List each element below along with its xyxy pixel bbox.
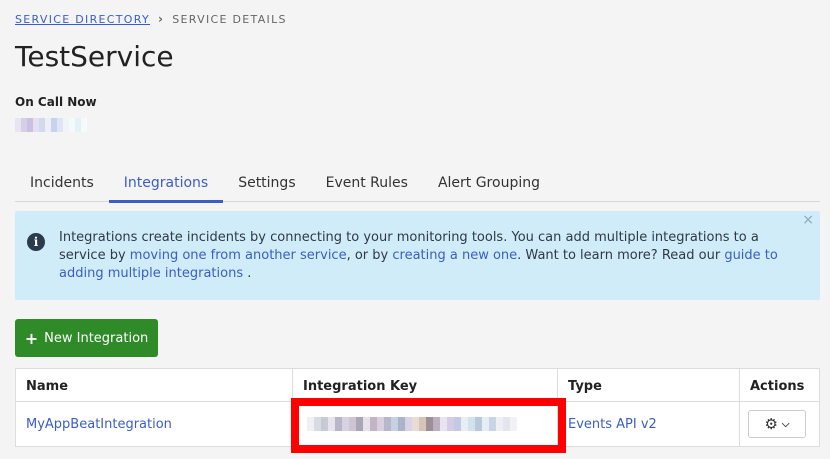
tab-alert-grouping[interactable]: Alert Grouping [423,166,555,202]
column-header-type[interactable]: Type [558,369,740,402]
info-text-part: , or by [346,248,393,263]
new-integration-button[interactable]: + New Integration [15,319,158,357]
column-header-actions: Actions [750,379,805,394]
info-text: Integrations create incidents by connect… [59,229,804,283]
integrations-info-banner: i × Integrations create incidents by con… [15,211,820,300]
breadcrumb: SERVICE DIRECTORY › SERVICE DETAILS [15,12,287,26]
integration-name-link[interactable]: MyAppBeatIntegration [26,417,172,432]
breadcrumb-current: SERVICE DETAILS [172,12,287,26]
tab-settings[interactable]: Settings [223,166,310,202]
close-icon[interactable]: × [802,212,814,228]
plus-icon: + [24,328,39,348]
move-integration-link[interactable]: moving one from another service [130,248,347,263]
actions-dropdown-button[interactable]: ⚙ ⌵ [748,410,806,438]
new-integration-label: New Integration [44,330,149,346]
integrations-table: Name Integration Key Type Actions MyAppB… [15,368,820,447]
integration-actions-cell: ⚙ ⌵ [740,402,819,446]
integration-key-cell [293,402,558,446]
oncall-label: On Call Now [15,95,97,109]
oncall-user-redacted[interactable] [15,118,87,132]
chevron-right-icon: › [158,12,165,26]
integration-name-cell: MyAppBeatIntegration [16,402,293,446]
integration-type-cell: Events API v2 [558,402,740,446]
column-header-integration-key[interactable]: Integration Key [293,369,558,402]
table-header: Name Integration Key Type Actions [16,369,819,402]
chevron-down-icon: ⌵ [781,418,790,430]
create-integration-link[interactable]: creating a new one [392,248,517,263]
tab-event-rules[interactable]: Event Rules [311,166,423,202]
gear-icon: ⚙ [764,415,778,433]
info-text-part: . [243,266,252,281]
integration-key-redacted[interactable] [307,417,517,431]
breadcrumb-service-directory-link[interactable]: SERVICE DIRECTORY [15,13,150,26]
service-tabs: Incidents Integrations Settings Event Ru… [15,166,820,203]
integration-type-link[interactable]: Events API v2 [568,417,657,432]
table-row: MyAppBeatIntegration Events API v2 ⚙ ⌵ [16,402,819,446]
tab-incidents[interactable]: Incidents [15,166,109,202]
info-icon: i [27,233,45,251]
tab-integrations[interactable]: Integrations [108,166,224,203]
column-header-name[interactable]: Name [16,369,293,402]
info-text-part: . Want to learn more? Read our [517,248,725,263]
page-title: TestService [15,40,174,73]
